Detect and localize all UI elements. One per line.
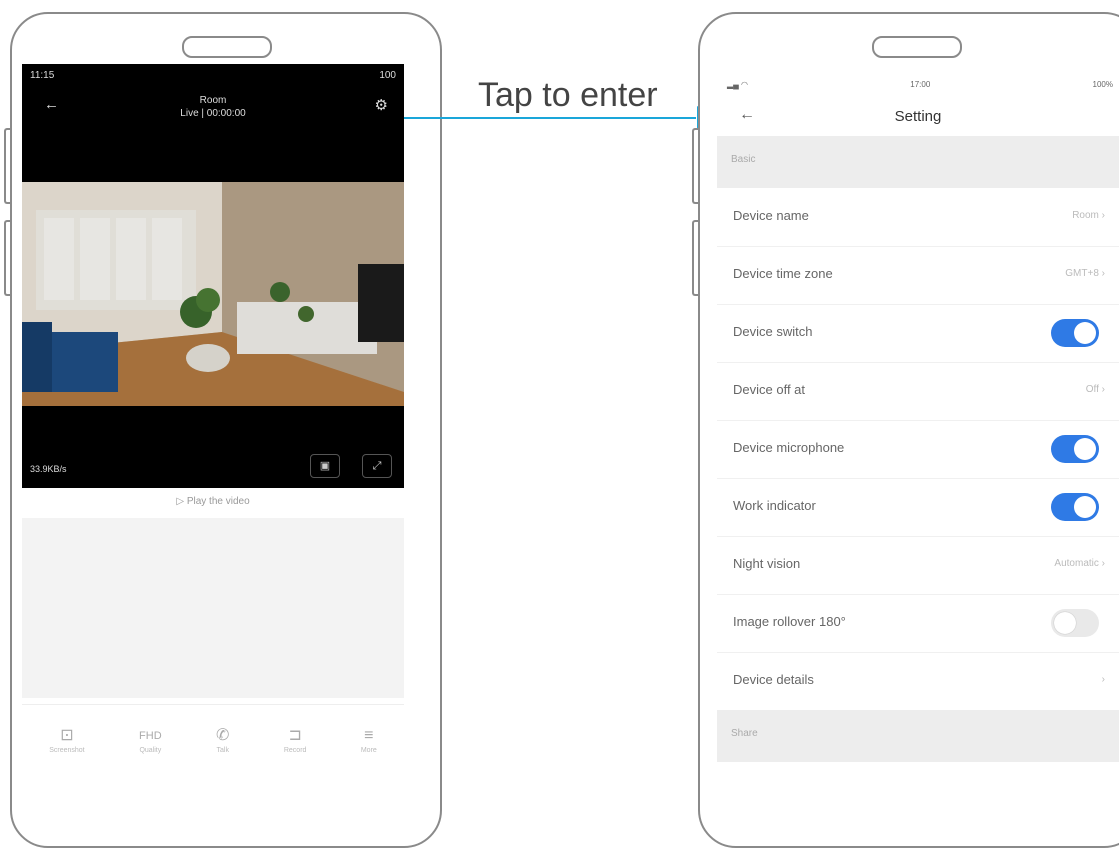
row-label: Device off at <box>733 382 806 397</box>
work-indicator-toggle[interactable] <box>1051 493 1099 521</box>
bitrate-readout: 33.9KB/s <box>30 464 67 474</box>
chevron-right-icon: › <box>1101 674 1105 685</box>
phone-icon: ✆ <box>216 726 230 744</box>
toolbar-label: Quality <box>139 746 162 754</box>
side-button <box>692 128 700 204</box>
toolbar-label: More <box>360 746 377 754</box>
toolbar-screenshot[interactable]: ⊡ Screenshot <box>49 725 84 754</box>
row-label: Work indicator <box>733 498 816 513</box>
hd-icon: FHD <box>139 729 162 742</box>
device-switch-toggle[interactable] <box>1051 319 1099 347</box>
toolbar-label: Record <box>283 746 307 754</box>
side-button <box>4 220 12 296</box>
status-bar: 11:15 100 <box>30 70 396 81</box>
status-bar: ▂▄ ◠ 17:00 100% <box>727 80 1113 89</box>
play-circle-icon: ▷ <box>176 496 187 507</box>
camera-header: 11:15 100 ← Room Live | 00:00:00 ⚙ <box>22 64 404 182</box>
row-value: Off › <box>1085 384 1105 395</box>
setting-row-night-vision[interactable]: Night vision Automatic › <box>717 536 1119 595</box>
callout-arrow-line <box>404 117 696 119</box>
status-battery: 100% <box>1092 80 1113 89</box>
toolbar-quality[interactable]: FHD Quality <box>139 725 162 754</box>
image-rollover-toggle[interactable] <box>1051 609 1099 637</box>
setting-row-device-switch: Device switch <box>717 304 1119 363</box>
side-button <box>4 128 12 204</box>
status-battery: 100 <box>379 70 396 81</box>
row-value: Automatic › <box>1054 558 1105 569</box>
snapshot-icon[interactable]: ▣ <box>310 454 340 478</box>
play-hint-text: Play the video <box>186 496 250 507</box>
row-label: Night vision <box>733 556 801 571</box>
row-value: GMT+8 › <box>1065 268 1105 279</box>
live-view-screen: 11:15 100 ← Room Live | 00:00:00 ⚙ 33.9K… <box>22 64 404 772</box>
toolbar-more[interactable]: ≡ More <box>361 725 377 754</box>
earpiece <box>872 36 962 58</box>
record-icon: ⊐ <box>288 726 302 744</box>
callout-text: Tap to enter <box>478 76 658 114</box>
empty-panel <box>22 518 404 698</box>
toolbar-label: Screenshot <box>49 746 85 754</box>
section-header-share: Share <box>717 710 1119 762</box>
section-label: Basic <box>731 154 756 165</box>
setting-row-time-zone[interactable]: Device time zone GMT+8 › <box>717 246 1119 305</box>
status-time: 17:00 <box>910 80 931 89</box>
signal-icon: ▂▄ ◠ <box>727 80 749 89</box>
side-button <box>692 220 700 296</box>
toolbar-record[interactable]: ⊐ Record <box>284 725 307 754</box>
setting-row-device-off-at[interactable]: Device off at Off › <box>717 362 1119 421</box>
row-label: Device switch <box>733 324 813 339</box>
row-label: Device details <box>733 672 814 687</box>
camera-title: Room Live | 00:00:00 <box>22 94 404 120</box>
setting-row-microphone: Device microphone <box>717 420 1119 479</box>
settings-screen: ▂▄ ◠ 17:00 100% ← Setting Basic Device n… <box>717 74 1119 774</box>
microphone-toggle[interactable] <box>1051 435 1099 463</box>
camera-video-feed[interactable] <box>22 182 404 406</box>
section-label: Share <box>731 728 758 739</box>
earpiece <box>182 36 272 58</box>
row-label: Device name <box>733 208 809 223</box>
live-subtitle: Live | 00:00:00 <box>180 108 246 119</box>
fullscreen-icon[interactable]: ⤢ <box>362 454 392 478</box>
play-hint[interactable]: ▷ Play the video <box>22 496 404 507</box>
more-icon: ≡ <box>364 726 374 744</box>
row-label: Device time zone <box>733 266 833 281</box>
gear-icon[interactable]: ⚙ <box>375 96 388 114</box>
settings-nav-bar: ← Setting <box>717 102 1119 136</box>
setting-row-work-indicator: Work indicator <box>717 478 1119 537</box>
row-label: Image rollover 180° <box>733 614 846 629</box>
camera-footer: 33.9KB/s ▣ ⤢ <box>22 406 404 488</box>
toolbar-talk[interactable]: ✆ Talk <box>216 725 229 754</box>
status-time: 11:15 <box>30 70 55 81</box>
screenshot-icon: ⊡ <box>60 726 74 744</box>
bottom-toolbar: ⊡ Screenshot FHD Quality ✆ Talk ⊐ Record… <box>22 704 404 772</box>
page-title: Setting <box>894 108 942 125</box>
room-scene-image <box>22 182 404 406</box>
toolbar-label: Talk <box>216 746 229 754</box>
row-value: Room › <box>1072 210 1105 221</box>
setting-row-device-name[interactable]: Device name Room › <box>717 188 1119 247</box>
row-label: Device microphone <box>733 440 845 455</box>
setting-row-image-rollover: Image rollover 180° <box>717 594 1119 653</box>
section-header-basic: Basic <box>717 136 1119 188</box>
setting-row-device-details[interactable]: Device details › <box>717 652 1119 711</box>
device-name: Room <box>199 95 227 106</box>
